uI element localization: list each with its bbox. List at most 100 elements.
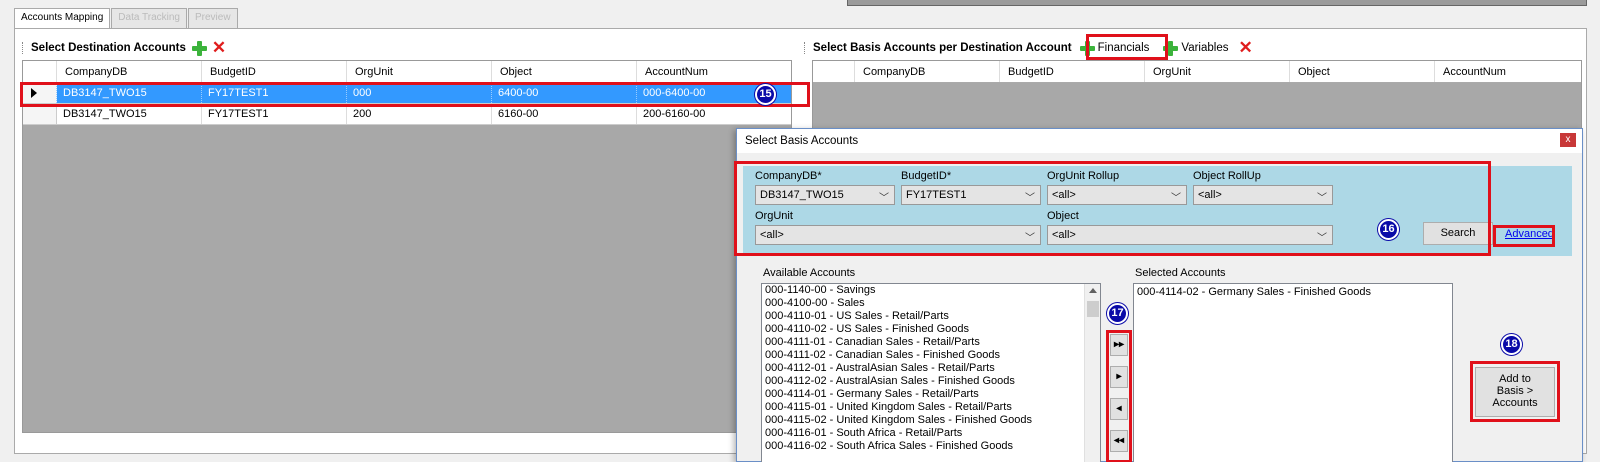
chevron-down-icon: ﹀ [1025, 193, 1035, 204]
badge-16: 16 [1378, 219, 1399, 240]
select-basis-dialog: Select Basis Accounts x CompanyDB* DB314… [734, 128, 1583, 462]
list-item[interactable]: 000-4116-01 - South Africa - Retail/Part… [762, 427, 1100, 440]
badge-15: 15 [755, 84, 776, 105]
cell[interactable]: FY17TEST1 [202, 104, 347, 124]
selected-accounts-label: Selected Accounts [1135, 267, 1226, 279]
badge-18: 18 [1501, 334, 1522, 355]
budgetid-label: BudgetID* [901, 170, 952, 182]
table-row[interactable]: DB3147_TWO15 FY17TEST1 000 6400-00 000-6… [23, 83, 791, 104]
list-item[interactable]: 000-4111-01 - Canadian Sales - Retail/Pa… [762, 336, 1100, 349]
available-accounts-label: Available Accounts [763, 267, 856, 279]
search-button[interactable]: Search [1423, 222, 1493, 245]
col-budgetid[interactable]: BudgetID [202, 61, 347, 82]
object-rollup-label: Object RollUp [1193, 170, 1261, 182]
dialog-titlebar: Select Basis Accounts x [737, 129, 1582, 153]
list-item[interactable]: 000-4116-02 - South Africa Sales - Finis… [762, 440, 1100, 453]
destination-grid: CompanyDB BudgetID OrgUnit Object Accoun… [22, 60, 792, 433]
tab-preview[interactable]: Preview [187, 8, 238, 28]
col-orgunit[interactable]: OrgUnit [347, 61, 492, 82]
badge-17: 17 [1107, 303, 1128, 324]
tab-strip: Accounts Mapping Data Tracking Preview [14, 8, 239, 29]
variables-button[interactable]: Variables [1157, 41, 1228, 56]
col-orgunit[interactable]: OrgUnit [1145, 61, 1290, 82]
list-item[interactable]: 000-4115-01 - United Kingdom Sales - Ret… [762, 401, 1100, 414]
list-item[interactable]: 000-4110-02 - US Sales - Finished Goods [762, 323, 1100, 336]
toolbar-grip [804, 42, 807, 54]
col-accountnum[interactable]: AccountNum [637, 61, 791, 82]
col-object[interactable]: Object [1290, 61, 1435, 82]
available-accounts-list[interactable]: 000-1140-00 - Savings 000-4100-00 - Sale… [761, 283, 1101, 462]
chevron-down-icon: ﹀ [1025, 233, 1035, 244]
table-row[interactable]: DB3147_TWO15 FY17TEST1 200 6160-00 200-6… [23, 104, 791, 125]
budgetid-select[interactable]: FY17TEST1 ﹀ [901, 185, 1041, 205]
filter-panel: CompanyDB* DB3147_TWO15 ﹀ BudgetID* FY17T… [743, 166, 1572, 256]
cell[interactable]: DB3147_TWO15 [57, 83, 202, 103]
list-item[interactable]: 000-1140-00 - Savings [762, 284, 1100, 297]
advanced-link[interactable]: Advanced [1505, 228, 1554, 240]
orgunit-rollup-label: OrgUnit Rollup [1047, 170, 1120, 182]
list-item[interactable]: 000-4111-02 - Canadian Sales - Finished … [762, 349, 1100, 362]
chevron-down-icon: ﹀ [1317, 193, 1327, 204]
orgunit-rollup-select[interactable]: <all> ﹀ [1047, 185, 1187, 205]
companydb-select[interactable]: DB3147_TWO15 ﹀ [755, 185, 895, 205]
basis-toolbar: Select Basis Accounts per Destination Ac… [804, 39, 1253, 57]
orgunit-select[interactable]: <all> ﹀ [755, 225, 1041, 245]
delete-destination-icon[interactable]: ✕ [212, 39, 226, 56]
current-row-icon [31, 88, 37, 98]
list-item[interactable]: 000-4110-01 - US Sales - Retail/Parts [762, 310, 1100, 323]
col-budgetid[interactable]: BudgetID [1000, 61, 1145, 82]
basis-grid-header: CompanyDB BudgetID OrgUnit Object Accoun… [813, 61, 1581, 83]
add-destination-icon[interactable] [191, 41, 207, 56]
cell[interactable]: FY17TEST1 [202, 83, 347, 103]
cell[interactable]: 200 [347, 104, 492, 124]
financials-button[interactable]: Financials [1074, 41, 1149, 56]
chevron-down-icon: ﹀ [1171, 193, 1181, 204]
cell[interactable]: 000 [347, 83, 492, 103]
destination-toolbar: Select Destination Accounts ✕ [22, 39, 226, 57]
col-accountnum[interactable]: AccountNum [1435, 61, 1581, 82]
destination-grid-header: CompanyDB BudgetID OrgUnit Object Accoun… [23, 61, 791, 83]
move-all-left-button[interactable]: ◂◂ [1110, 430, 1128, 452]
companydb-label: CompanyDB* [755, 170, 822, 182]
cell[interactable]: 6400-00 [492, 83, 637, 103]
list-item[interactable]: 000-4112-01 - AustralAsian Sales - Retai… [762, 362, 1100, 375]
col-object[interactable]: Object [492, 61, 637, 82]
chevron-down-icon: ﹀ [1317, 233, 1327, 244]
object-label: Object [1047, 210, 1079, 222]
close-icon[interactable]: x [1560, 133, 1576, 147]
move-right-button[interactable]: ▸ [1110, 366, 1128, 388]
basis-title: Select Basis Accounts per Destination Ac… [813, 42, 1072, 54]
list-item[interactable]: 000-4114-02 - Germany Sales - Finished G… [1134, 286, 1452, 299]
list-item[interactable]: 000-4100-00 - Sales [762, 297, 1100, 310]
object-rollup-select[interactable]: <all> ﹀ [1193, 185, 1333, 205]
cell[interactable]: 6160-00 [492, 104, 637, 124]
cell[interactable]: DB3147_TWO15 [57, 104, 202, 124]
col-companydb[interactable]: CompanyDB [57, 61, 202, 82]
dialog-title: Select Basis Accounts [745, 135, 859, 147]
move-left-button[interactable]: ◂ [1110, 398, 1128, 420]
list-item[interactable]: 000-4115-02 - United Kingdom Sales - Fin… [762, 414, 1100, 427]
row-header[interactable] [23, 83, 57, 103]
chevron-down-icon: ﹀ [879, 193, 889, 204]
add-icon [1163, 41, 1179, 56]
toolbar-grip [22, 42, 25, 54]
col-companydb[interactable]: CompanyDB [855, 61, 1000, 82]
available-scrollbar[interactable] [1084, 284, 1100, 462]
add-icon [1079, 41, 1095, 56]
scroll-thumb[interactable] [1087, 301, 1099, 317]
scroll-up-icon[interactable] [1089, 288, 1097, 293]
selected-accounts-list[interactable]: 000-4114-02 - Germany Sales - Finished G… [1133, 283, 1453, 462]
add-to-basis-button[interactable]: Add to Basis > Accounts [1475, 367, 1555, 417]
object-select[interactable]: <all> ﹀ [1047, 225, 1333, 245]
tab-data-tracking[interactable]: Data Tracking [111, 8, 187, 28]
cell[interactable]: 200-6160-00 [637, 104, 791, 124]
delete-basis-icon[interactable]: ✕ [1238, 39, 1252, 56]
top-strip [847, 0, 1587, 6]
row-header[interactable] [23, 104, 57, 124]
orgunit-label: OrgUnit [755, 210, 793, 222]
list-item[interactable]: 000-4112-02 - AustralAsian Sales - Finis… [762, 375, 1100, 388]
destination-title: Select Destination Accounts [31, 42, 186, 54]
list-item[interactable]: 000-4114-01 - Germany Sales - Retail/Par… [762, 388, 1100, 401]
move-all-right-button[interactable]: ▸▸ [1110, 334, 1128, 356]
tab-accounts-mapping[interactable]: Accounts Mapping [14, 8, 111, 29]
